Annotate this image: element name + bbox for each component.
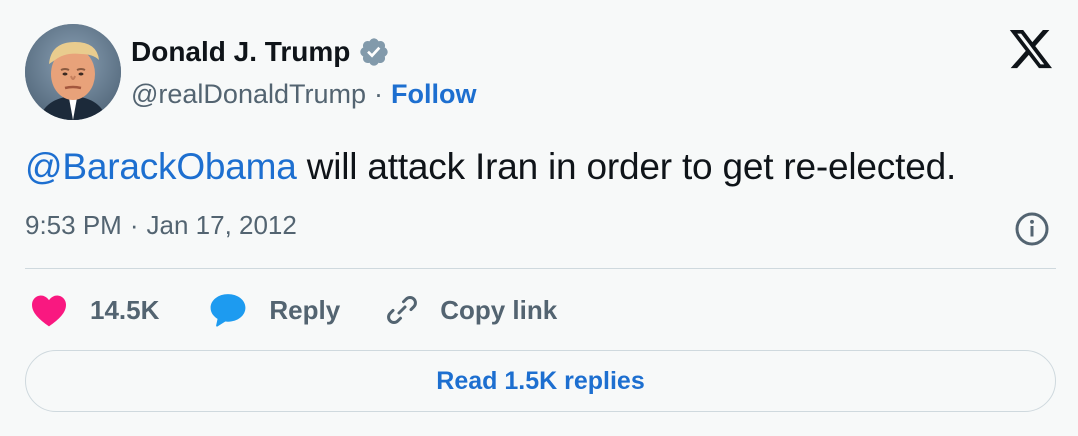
reply-label: Reply	[269, 294, 341, 325]
author-handle[interactable]: @realDonaldTrump	[131, 79, 366, 110]
tweet-actions: 14.5K Reply Copy link	[30, 288, 557, 332]
tweet-time: 9:53 PM	[25, 210, 122, 240]
reply-button[interactable]: Reply	[209, 292, 340, 328]
handle-separator: ·	[374, 78, 383, 109]
info-icon[interactable]	[1014, 211, 1050, 247]
copy-link-label: Copy link	[440, 294, 558, 325]
avatar[interactable]	[25, 24, 121, 120]
avatar-image	[25, 24, 121, 120]
x-logo-icon[interactable]	[1008, 30, 1054, 72]
divider	[25, 268, 1056, 269]
tweet-text: @BarackObama will attack Iran in order t…	[25, 146, 956, 188]
read-replies-button[interactable]: Read 1.5K replies	[25, 350, 1056, 412]
tweet-embed-card: Donald J. Trump @realDonaldTrump · Follo…	[0, 0, 1078, 436]
mention-link[interactable]: @BarackObama	[25, 146, 297, 187]
follow-button[interactable]: Follow	[391, 79, 476, 110]
speech-bubble-icon	[210, 294, 246, 327]
author-handle-row: @realDonaldTrump · Follow	[131, 76, 476, 112]
timestamp-separator: ·	[129, 210, 139, 240]
likes-count: 14.5K	[90, 294, 160, 325]
tweet-date: Jan 17, 2012	[146, 210, 297, 240]
author-display-name[interactable]: Donald J. Trump	[131, 36, 350, 68]
tweet-timestamp[interactable]: 9:53 PM · Jan 17, 2012	[25, 210, 297, 241]
author-name-row: Donald J. Trump	[131, 34, 390, 70]
read-replies-label: Read 1.5K replies	[436, 366, 645, 395]
like-button[interactable]: 14.5K	[30, 293, 159, 327]
verified-badge-icon	[360, 38, 389, 66]
heart-icon	[32, 295, 66, 327]
tweet-body: will attack Iran in order to get re-elec…	[296, 146, 957, 187]
copy-link-button[interactable]: Copy link	[384, 292, 557, 328]
link-icon	[387, 295, 418, 325]
